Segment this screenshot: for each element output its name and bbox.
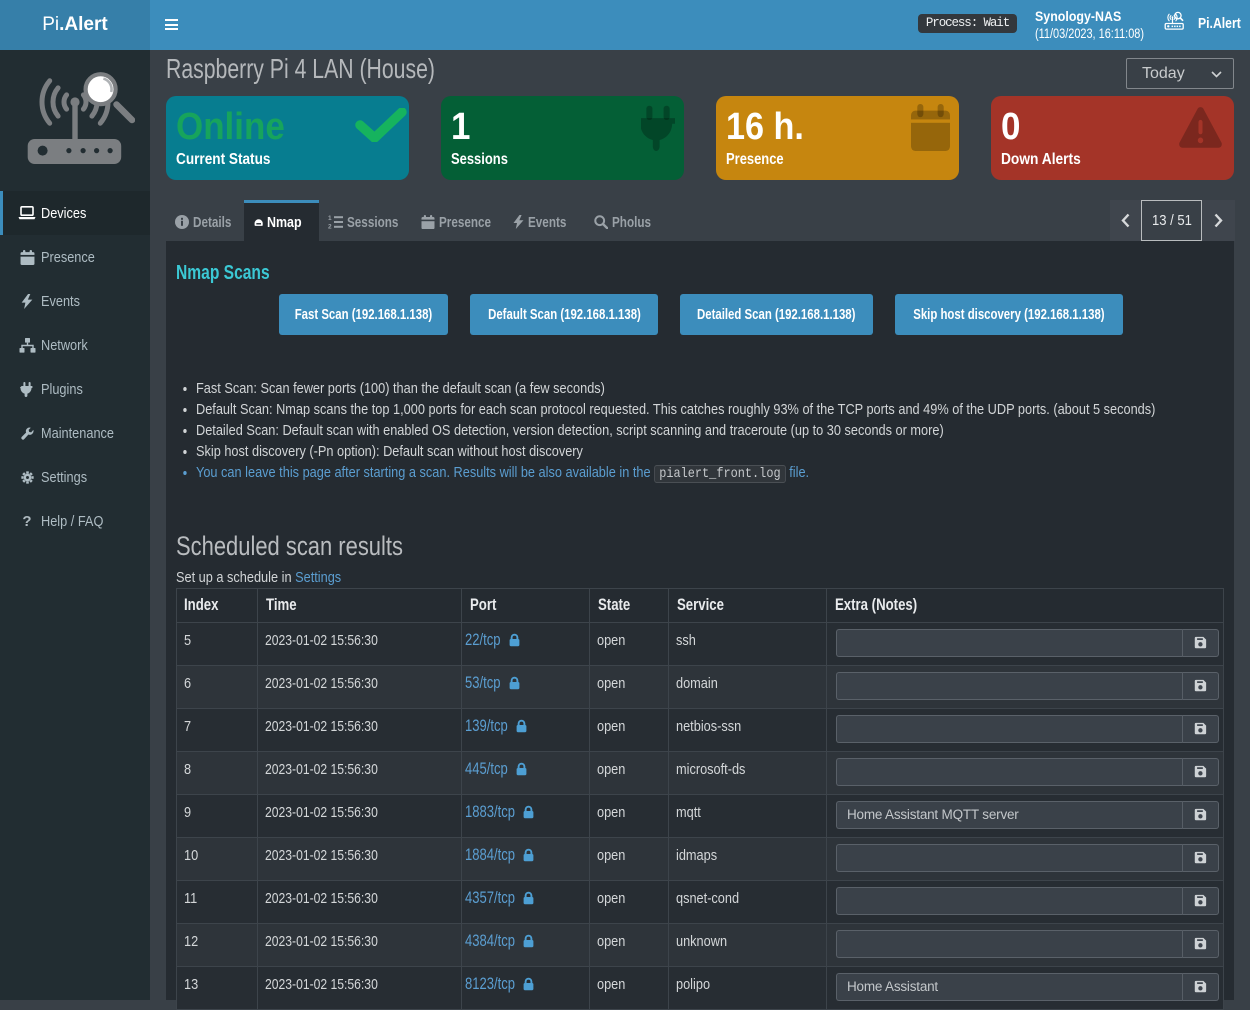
svg-text:2: 2 xyxy=(328,224,332,230)
svg-text:1: 1 xyxy=(328,215,332,222)
